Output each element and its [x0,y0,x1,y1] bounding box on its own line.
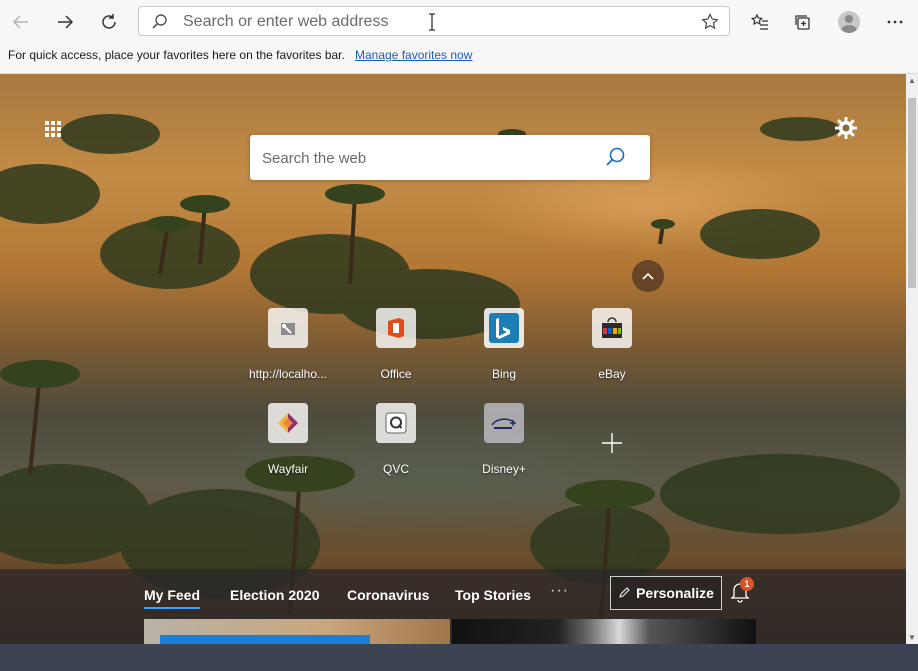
news-card-2-image[interactable] [452,619,756,644]
qvc-icon [376,403,416,443]
more-tabs-button[interactable]: ··· [550,582,569,600]
chevron-up-icon [642,272,654,280]
favorites-list-icon [751,13,768,30]
tab-election-2020[interactable]: Election 2020 [230,587,320,603]
tile-bing[interactable]: Bing [454,308,554,388]
search-icon [152,14,167,29]
manage-favorites-link[interactable]: Manage favorites now [355,48,472,62]
tile-label: QVC [382,462,409,476]
favorites-button[interactable] [745,7,775,37]
tile-office[interactable]: Office [346,308,446,388]
forward-button[interactable] [50,7,80,37]
collections-icon [795,15,810,30]
tile-label: Bing [491,367,517,381]
pencil-icon [619,587,630,598]
bing-icon [484,308,524,348]
page-settings-gear-icon[interactable] [834,116,858,140]
tile-qvc[interactable]: QVC [346,403,446,483]
tile-label: Wayfair [267,462,309,476]
scrollbar-thumb[interactable] [908,98,916,288]
news-card-1-image[interactable] [144,619,450,644]
taskbar-strip [0,644,918,671]
add-site-plus-icon[interactable] [600,431,624,455]
tile-label: Office [380,367,412,381]
tile-label: eBay [598,367,626,381]
localhost-icon [268,308,308,348]
scroll-down-arrow-icon[interactable]: ▼ [908,633,916,642]
wayfair-icon [268,403,308,443]
page-scrollbar[interactable]: ▲ ▼ [906,74,918,644]
profile-avatar[interactable] [838,11,860,33]
tab-my-feed[interactable]: My Feed [144,587,201,609]
browser-toolbar: Search or enter web address [0,0,918,44]
disney-plus-icon [484,403,524,443]
collapse-tiles-button[interactable] [632,260,664,292]
address-placeholder: Search or enter web address [183,13,389,30]
tile-ebay[interactable]: eBay [562,308,662,388]
tab-coronavirus[interactable]: Coronavirus [347,587,429,603]
tile-wayfair[interactable]: Wayfair [238,403,338,483]
tile-label: http://localho... [248,367,328,381]
more-dots-icon [887,20,903,24]
tile-disney-plus[interactable]: Disney+ [454,403,554,483]
refresh-button[interactable] [94,7,124,37]
tab-top-stories[interactable]: Top Stories [455,587,531,603]
text-cursor-icon [429,13,435,31]
address-bar[interactable]: Search or enter web address [138,6,730,36]
favorites-bar-message: For quick access, place your favorites h… [8,48,345,62]
app-launcher-icon[interactable] [44,120,62,138]
new-tab-page: http://localho... Office Bing eBay Wayfa… [0,74,906,644]
refresh-icon [102,14,116,29]
forward-arrow-icon [58,15,74,29]
tile-localhost[interactable]: http://localho... [238,308,338,388]
back-arrow-icon [12,15,28,29]
favorites-bar: For quick access, place your favorites h… [0,44,918,74]
ebay-icon [592,308,632,348]
tile-label: Disney+ [482,462,526,476]
personalize-button[interactable]: Personalize [610,576,722,610]
scroll-up-arrow-icon[interactable]: ▲ [908,76,916,85]
search-submit-icon[interactable] [604,146,626,168]
settings-menu-button[interactable] [880,7,910,37]
web-search-input[interactable] [260,145,594,172]
collections-button[interactable] [788,7,818,37]
office-icon [376,308,416,348]
notification-count-badge: 1 [740,577,754,591]
add-favorite-star-icon[interactable] [701,13,719,31]
web-search-box[interactable] [250,135,650,180]
back-button[interactable] [6,7,36,37]
personalize-label: Personalize [636,585,714,601]
